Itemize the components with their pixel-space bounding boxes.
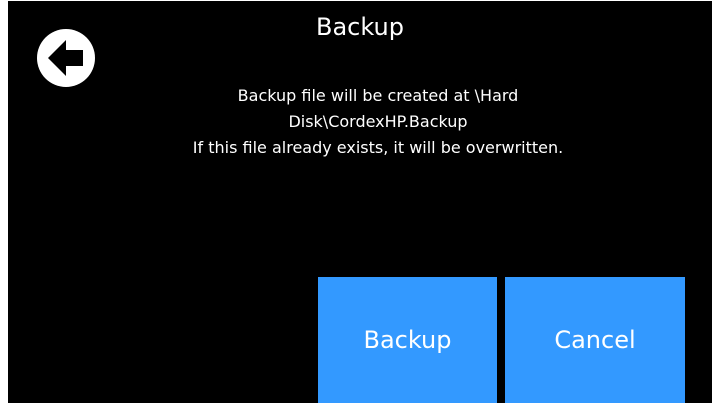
- message-line: Disk\CordexHP.Backup: [288, 112, 468, 131]
- cancel-button[interactable]: Cancel: [505, 277, 685, 403]
- cancel-button-label: Cancel: [554, 326, 636, 354]
- dialog-title: Backup: [316, 13, 404, 41]
- backup-button[interactable]: Backup: [318, 277, 497, 403]
- message-line: Backup file will be created at \Hard: [237, 86, 519, 105]
- dialog-message: Backup file will be created at \Hard Dis…: [128, 83, 628, 161]
- backup-button-label: Backup: [363, 326, 452, 354]
- message-line: If this file already exists, it will be …: [192, 138, 564, 157]
